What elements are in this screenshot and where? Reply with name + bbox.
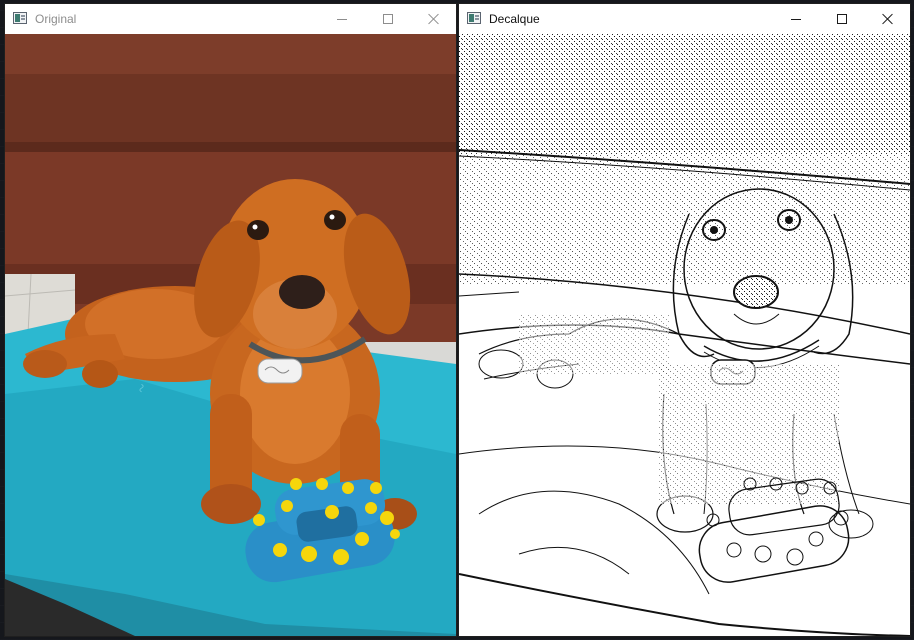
original-window[interactable]: Original ~ ~ xyxy=(4,3,457,637)
maximize-button[interactable] xyxy=(365,4,411,34)
original-titlebar[interactable]: Original xyxy=(5,4,456,34)
app-icon xyxy=(13,12,27,24)
original-image-view: ~ ~ xyxy=(5,34,456,636)
close-button[interactable] xyxy=(865,4,910,34)
sketch-image xyxy=(459,34,910,636)
close-icon xyxy=(428,13,440,25)
dog-photo: ~ ~ xyxy=(5,34,456,636)
decalque-image-view xyxy=(459,34,910,636)
maximize-icon xyxy=(383,14,393,24)
maximize-icon xyxy=(837,14,847,24)
app-icon xyxy=(467,12,481,24)
window-title: Original xyxy=(35,12,77,26)
minimize-button[interactable] xyxy=(319,4,365,34)
maximize-button[interactable] xyxy=(819,4,865,34)
window-title: Decalque xyxy=(489,12,540,26)
minimize-button[interactable] xyxy=(773,4,819,34)
minimize-icon xyxy=(791,19,801,20)
close-button[interactable] xyxy=(411,4,456,34)
decalque-titlebar[interactable]: Decalque xyxy=(459,4,910,34)
close-icon xyxy=(882,13,894,25)
decalque-window[interactable]: Decalque xyxy=(458,3,911,637)
minimize-icon xyxy=(337,19,347,20)
